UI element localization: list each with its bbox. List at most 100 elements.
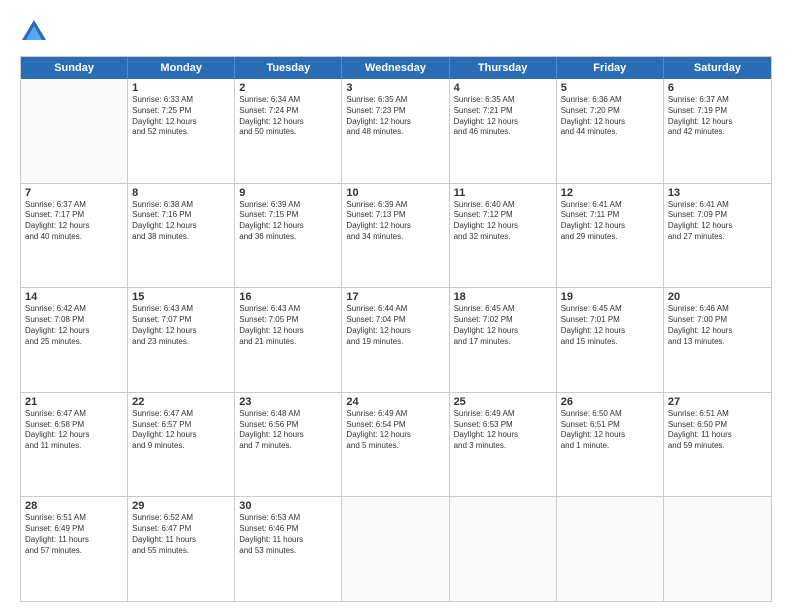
calendar-cell [342, 497, 449, 601]
calendar-cell [21, 79, 128, 183]
day-number: 11 [454, 187, 552, 199]
cell-text: Sunrise: 6:43 AM Sunset: 7:07 PM Dayligh… [132, 304, 230, 347]
day-number: 30 [239, 500, 337, 512]
calendar-row-4: 28Sunrise: 6:51 AM Sunset: 6:49 PM Dayli… [21, 497, 771, 601]
day-number: 18 [454, 291, 552, 303]
calendar-body: 1Sunrise: 6:33 AM Sunset: 7:25 PM Daylig… [21, 79, 771, 601]
cell-text: Sunrise: 6:50 AM Sunset: 6:51 PM Dayligh… [561, 409, 659, 452]
cell-text: Sunrise: 6:36 AM Sunset: 7:20 PM Dayligh… [561, 95, 659, 138]
header-day-saturday: Saturday [664, 57, 771, 79]
cell-text: Sunrise: 6:47 AM Sunset: 6:57 PM Dayligh… [132, 409, 230, 452]
cell-text: Sunrise: 6:39 AM Sunset: 7:13 PM Dayligh… [346, 200, 444, 243]
calendar: SundayMondayTuesdayWednesdayThursdayFrid… [20, 56, 772, 602]
calendar-cell: 10Sunrise: 6:39 AM Sunset: 7:13 PM Dayli… [342, 184, 449, 288]
header-day-wednesday: Wednesday [342, 57, 449, 79]
cell-text: Sunrise: 6:39 AM Sunset: 7:15 PM Dayligh… [239, 200, 337, 243]
calendar-cell: 6Sunrise: 6:37 AM Sunset: 7:19 PM Daylig… [664, 79, 771, 183]
day-number: 20 [668, 291, 767, 303]
calendar-cell [450, 497, 557, 601]
day-number: 6 [668, 82, 767, 94]
day-number: 14 [25, 291, 123, 303]
calendar-cell: 19Sunrise: 6:45 AM Sunset: 7:01 PM Dayli… [557, 288, 664, 392]
day-number: 28 [25, 500, 123, 512]
day-number: 10 [346, 187, 444, 199]
day-number: 12 [561, 187, 659, 199]
logo-icon [20, 18, 48, 46]
header-day-monday: Monday [128, 57, 235, 79]
header-day-sunday: Sunday [21, 57, 128, 79]
calendar-cell: 25Sunrise: 6:49 AM Sunset: 6:53 PM Dayli… [450, 393, 557, 497]
day-number: 26 [561, 396, 659, 408]
day-number: 22 [132, 396, 230, 408]
cell-text: Sunrise: 6:49 AM Sunset: 6:54 PM Dayligh… [346, 409, 444, 452]
day-number: 9 [239, 187, 337, 199]
day-number: 17 [346, 291, 444, 303]
calendar-cell: 14Sunrise: 6:42 AM Sunset: 7:08 PM Dayli… [21, 288, 128, 392]
cell-text: Sunrise: 6:51 AM Sunset: 6:50 PM Dayligh… [668, 409, 767, 452]
calendar-cell: 5Sunrise: 6:36 AM Sunset: 7:20 PM Daylig… [557, 79, 664, 183]
calendar-cell: 9Sunrise: 6:39 AM Sunset: 7:15 PM Daylig… [235, 184, 342, 288]
calendar-cell: 4Sunrise: 6:35 AM Sunset: 7:21 PM Daylig… [450, 79, 557, 183]
header-day-friday: Friday [557, 57, 664, 79]
calendar-cell: 17Sunrise: 6:44 AM Sunset: 7:04 PM Dayli… [342, 288, 449, 392]
cell-text: Sunrise: 6:35 AM Sunset: 7:21 PM Dayligh… [454, 95, 552, 138]
day-number: 7 [25, 187, 123, 199]
cell-text: Sunrise: 6:37 AM Sunset: 7:17 PM Dayligh… [25, 200, 123, 243]
calendar-cell: 11Sunrise: 6:40 AM Sunset: 7:12 PM Dayli… [450, 184, 557, 288]
calendar-cell: 3Sunrise: 6:35 AM Sunset: 7:23 PM Daylig… [342, 79, 449, 183]
calendar-cell: 16Sunrise: 6:43 AM Sunset: 7:05 PM Dayli… [235, 288, 342, 392]
calendar-cell: 1Sunrise: 6:33 AM Sunset: 7:25 PM Daylig… [128, 79, 235, 183]
calendar-cell: 28Sunrise: 6:51 AM Sunset: 6:49 PM Dayli… [21, 497, 128, 601]
cell-text: Sunrise: 6:45 AM Sunset: 7:02 PM Dayligh… [454, 304, 552, 347]
calendar-header: SundayMondayTuesdayWednesdayThursdayFrid… [21, 57, 771, 79]
calendar-cell: 22Sunrise: 6:47 AM Sunset: 6:57 PM Dayli… [128, 393, 235, 497]
header-day-tuesday: Tuesday [235, 57, 342, 79]
calendar-cell: 8Sunrise: 6:38 AM Sunset: 7:16 PM Daylig… [128, 184, 235, 288]
logo [20, 18, 52, 46]
calendar-cell: 12Sunrise: 6:41 AM Sunset: 7:11 PM Dayli… [557, 184, 664, 288]
cell-text: Sunrise: 6:40 AM Sunset: 7:12 PM Dayligh… [454, 200, 552, 243]
day-number: 13 [668, 187, 767, 199]
calendar-cell: 2Sunrise: 6:34 AM Sunset: 7:24 PM Daylig… [235, 79, 342, 183]
day-number: 8 [132, 187, 230, 199]
calendar-cell: 26Sunrise: 6:50 AM Sunset: 6:51 PM Dayli… [557, 393, 664, 497]
cell-text: Sunrise: 6:34 AM Sunset: 7:24 PM Dayligh… [239, 95, 337, 138]
day-number: 29 [132, 500, 230, 512]
calendar-cell: 18Sunrise: 6:45 AM Sunset: 7:02 PM Dayli… [450, 288, 557, 392]
day-number: 5 [561, 82, 659, 94]
cell-text: Sunrise: 6:42 AM Sunset: 7:08 PM Dayligh… [25, 304, 123, 347]
calendar-cell [557, 497, 664, 601]
calendar-cell: 7Sunrise: 6:37 AM Sunset: 7:17 PM Daylig… [21, 184, 128, 288]
calendar-cell [664, 497, 771, 601]
calendar-cell: 23Sunrise: 6:48 AM Sunset: 6:56 PM Dayli… [235, 393, 342, 497]
day-number: 27 [668, 396, 767, 408]
calendar-cell: 27Sunrise: 6:51 AM Sunset: 6:50 PM Dayli… [664, 393, 771, 497]
calendar-cell: 21Sunrise: 6:47 AM Sunset: 6:58 PM Dayli… [21, 393, 128, 497]
cell-text: Sunrise: 6:38 AM Sunset: 7:16 PM Dayligh… [132, 200, 230, 243]
cell-text: Sunrise: 6:52 AM Sunset: 6:47 PM Dayligh… [132, 513, 230, 556]
calendar-cell: 15Sunrise: 6:43 AM Sunset: 7:07 PM Dayli… [128, 288, 235, 392]
calendar-row-1: 7Sunrise: 6:37 AM Sunset: 7:17 PM Daylig… [21, 184, 771, 289]
day-number: 1 [132, 82, 230, 94]
cell-text: Sunrise: 6:49 AM Sunset: 6:53 PM Dayligh… [454, 409, 552, 452]
calendar-row-0: 1Sunrise: 6:33 AM Sunset: 7:25 PM Daylig… [21, 79, 771, 184]
header-day-thursday: Thursday [450, 57, 557, 79]
calendar-cell: 24Sunrise: 6:49 AM Sunset: 6:54 PM Dayli… [342, 393, 449, 497]
cell-text: Sunrise: 6:41 AM Sunset: 7:11 PM Dayligh… [561, 200, 659, 243]
cell-text: Sunrise: 6:48 AM Sunset: 6:56 PM Dayligh… [239, 409, 337, 452]
cell-text: Sunrise: 6:44 AM Sunset: 7:04 PM Dayligh… [346, 304, 444, 347]
day-number: 4 [454, 82, 552, 94]
cell-text: Sunrise: 6:35 AM Sunset: 7:23 PM Dayligh… [346, 95, 444, 138]
calendar-row-3: 21Sunrise: 6:47 AM Sunset: 6:58 PM Dayli… [21, 393, 771, 498]
day-number: 15 [132, 291, 230, 303]
cell-text: Sunrise: 6:46 AM Sunset: 7:00 PM Dayligh… [668, 304, 767, 347]
calendar-cell: 30Sunrise: 6:53 AM Sunset: 6:46 PM Dayli… [235, 497, 342, 601]
calendar-row-2: 14Sunrise: 6:42 AM Sunset: 7:08 PM Dayli… [21, 288, 771, 393]
cell-text: Sunrise: 6:33 AM Sunset: 7:25 PM Dayligh… [132, 95, 230, 138]
cell-text: Sunrise: 6:51 AM Sunset: 6:49 PM Dayligh… [25, 513, 123, 556]
day-number: 24 [346, 396, 444, 408]
cell-text: Sunrise: 6:41 AM Sunset: 7:09 PM Dayligh… [668, 200, 767, 243]
cell-text: Sunrise: 6:43 AM Sunset: 7:05 PM Dayligh… [239, 304, 337, 347]
day-number: 3 [346, 82, 444, 94]
day-number: 23 [239, 396, 337, 408]
